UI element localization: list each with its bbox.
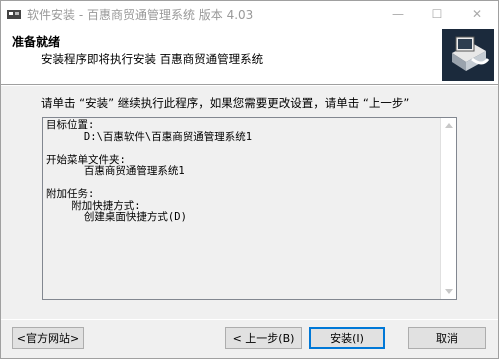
installer-icon [7,10,21,19]
maximize-button[interactable]: ☐ [417,1,457,27]
footer-divider [1,319,498,320]
back-button[interactable]: < 上一步(B) [225,327,302,349]
scroll-down-icon[interactable] [445,289,453,294]
memo-scrollbar[interactable] [440,118,456,299]
cancel-button[interactable]: 取消 [408,327,486,349]
window-title: 软件安装 - 百惠商贸通管理系统 版本 4.03 [27,7,254,22]
wizard-header: 准备就绪 安装程序即将执行安装 百惠商贸通管理系统 [1,27,498,84]
title-bar[interactable]: 软件安装 - 百惠商贸通管理系统 版本 4.03 — ☐ ✕ [1,1,498,27]
installer-window: 软件安装 - 百惠商贸通管理系统 版本 4.03 — ☐ ✕ 准备就绪 安装程序… [0,0,499,359]
computer-install-icon [442,29,494,81]
website-button[interactable]: <官方网站> [12,327,84,349]
close-button[interactable]: ✕ [457,1,497,27]
instruction-text: 请单击 “安装” 继续执行此程序，如果您需要更改设置，请单击 “上一步” [41,96,410,110]
scroll-up-icon[interactable] [445,123,453,128]
install-button[interactable]: 安装(I) [309,327,385,349]
minimize-button[interactable]: — [378,1,418,27]
page-subtitle: 安装程序即将执行安装 百惠商贸通管理系统 [41,52,264,66]
summary-text: 目标位置: D:\百惠软件\百惠商贸通管理系统1 开始菜单文件夹: 百惠商贸通管… [46,119,253,223]
header-divider [1,84,498,86]
page-title: 准备就绪 [12,35,61,49]
summary-memo[interactable]: 目标位置: D:\百惠软件\百惠商贸通管理系统1 开始菜单文件夹: 百惠商贸通管… [42,117,457,300]
